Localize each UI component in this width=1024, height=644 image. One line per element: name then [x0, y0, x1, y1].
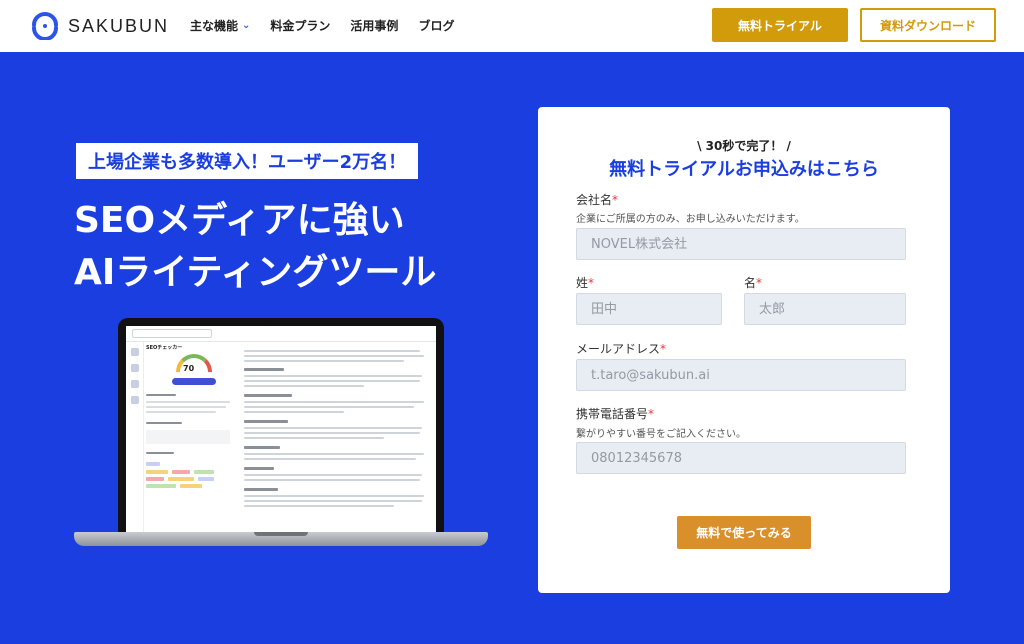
headline-line-2: AIライティングツール: [74, 252, 437, 293]
laptop-base-lip: [254, 532, 308, 536]
form-title: 無料トライアルお申込みはこちら: [609, 159, 879, 180]
chevron-down-icon: ⌄: [242, 20, 251, 31]
seo-checker-title: SEOチェッカー: [146, 345, 183, 351]
nav-cases[interactable]: 活用事例: [350, 17, 398, 34]
first-name-label: 名*: [744, 276, 763, 290]
nav-pricing-label: 料金プラン: [270, 19, 331, 33]
main-nav: 主な機能 ⌄ 料金プラン 活用事例 ブログ: [190, 17, 454, 34]
screen-tab: [132, 329, 212, 338]
logo[interactable]: SAKUBUN: [30, 12, 170, 41]
submit-button[interactable]: 無料で使ってみる: [677, 516, 811, 549]
screen-document: [244, 348, 432, 532]
email-label: メールアドレス*: [576, 342, 667, 356]
screen-button: [172, 378, 216, 385]
nav-blog[interactable]: ブログ: [418, 17, 454, 34]
laptop-notch: [265, 318, 297, 326]
score-value: 70: [183, 364, 195, 373]
hero-headline: SEOメディアに強い AIライティングツール: [74, 195, 436, 299]
last-name-label: 姓*: [576, 276, 595, 290]
screen-toolbar: [126, 326, 436, 342]
logo-text: SAKUBUN: [68, 15, 170, 36]
phone-label: 携帯電話番号*: [576, 407, 655, 421]
phone-input[interactable]: [576, 442, 906, 474]
laptop-mockup: SEOチェッカー 70: [74, 312, 488, 552]
nav-pricing[interactable]: 料金プラン: [270, 17, 330, 34]
company-label: 会社名*: [576, 193, 619, 207]
company-hint: 企業にご所属の方のみ、お申し込みいただけます。: [576, 214, 805, 225]
last-name-input[interactable]: [576, 293, 722, 325]
headline-line-1: SEOメディアに強い: [74, 200, 405, 241]
email-input[interactable]: [576, 359, 906, 391]
download-docs-button[interactable]: 資料ダウンロード: [860, 8, 996, 42]
screen-sidebar: [126, 342, 144, 534]
nav-features[interactable]: 主な機能 ⌄: [190, 17, 250, 34]
nav-cases-label: 活用事例: [350, 19, 399, 33]
hero-badge: 上場企業も多数導入！ユーザー2万名！: [76, 143, 419, 179]
seo-checker-panel: SEOチェッカー 70: [146, 344, 234, 532]
laptop-screen: SEOチェッカー 70: [126, 326, 436, 534]
first-name-input[interactable]: [744, 293, 906, 325]
company-input[interactable]: [576, 228, 906, 260]
phone-hint: 繋がりやすい番号をご記入ください。: [576, 429, 746, 440]
site-header: SAKUBUN 主な機能 ⌄ 料金プラン 活用事例 ブログ 無料トライアル 資料…: [0, 0, 1024, 52]
free-trial-button[interactable]: 無料トライアル: [712, 8, 848, 42]
logo-mark-icon: [30, 12, 60, 41]
nav-blog-label: ブログ: [418, 19, 455, 33]
trial-form-card: \ 30秒で完了！ / 無料トライアルお申込みはこちら 会社名* 企業にご所属の…: [538, 107, 950, 593]
form-subtitle: \ 30秒で完了！ /: [697, 139, 791, 153]
nav-features-label: 主な機能: [190, 19, 239, 33]
